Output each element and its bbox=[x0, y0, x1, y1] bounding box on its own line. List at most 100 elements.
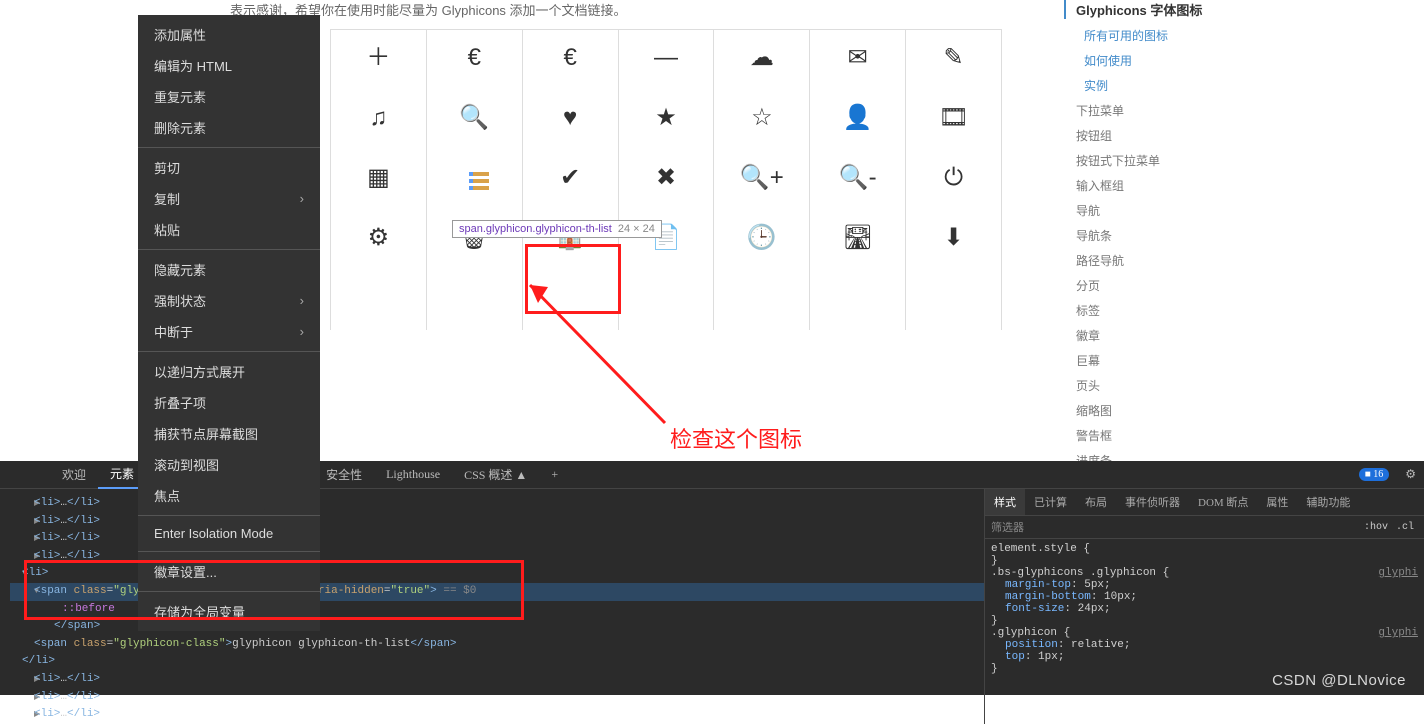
icon-cell[interactable] bbox=[331, 270, 427, 330]
issues-badge[interactable]: ■ 16 bbox=[1359, 468, 1390, 481]
nav-item[interactable]: 缩略图 bbox=[1064, 398, 1424, 423]
nav-item[interactable]: 输入框组 bbox=[1064, 173, 1424, 198]
nav-item[interactable]: 按钮式下拉菜单 bbox=[1064, 148, 1424, 173]
glyph-icon: ▦ bbox=[335, 162, 422, 194]
icon-cell[interactable]: ✖glyphicon glyphicon-remove bbox=[619, 150, 715, 210]
nav-item[interactable]: 路径导航 bbox=[1064, 248, 1424, 273]
dom-line[interactable]: <li>…</li> bbox=[10, 671, 984, 689]
icon-cell[interactable]: ✔glyphicon glyphicon-ok bbox=[523, 150, 619, 210]
styles-tab[interactable]: 属性 bbox=[1257, 489, 1297, 515]
context-menu-item[interactable]: 剪切 bbox=[138, 152, 320, 183]
icon-cell[interactable]: 🗑glyphicon glyphicon-trash bbox=[427, 210, 523, 270]
context-menu-item[interactable]: 强制状态 bbox=[138, 285, 320, 316]
styles-tab[interactable]: 辅助功能 bbox=[1297, 489, 1359, 515]
css-declaration[interactable]: font-size: 24px; bbox=[991, 603, 1418, 615]
icon-cell[interactable]: ⚙glyphicon glyphicon-cog bbox=[331, 210, 427, 270]
context-menu-item[interactable]: 滚动到视图 bbox=[138, 449, 320, 480]
dom-line[interactable]: <li>…</li> bbox=[10, 689, 984, 707]
glyph-icon: 👤 bbox=[814, 102, 901, 134]
css-declaration[interactable]: margin-bottom: 10px; bbox=[991, 591, 1418, 603]
icon-cell[interactable]: ✎glyphicon glyphicon-pencil bbox=[906, 30, 1002, 90]
icon-cell[interactable]: ♫glyphicon glyphicon-music bbox=[331, 90, 427, 150]
dom-line[interactable]: <span class="glyphicon-class">glyphicon … bbox=[10, 636, 984, 654]
icon-cell[interactable]: ⏻glyphicon glyphicon-off bbox=[906, 150, 1002, 210]
styles-tab[interactable]: 样式 bbox=[985, 489, 1025, 515]
nav-item[interactable]: 按钮组 bbox=[1064, 123, 1424, 148]
css-selector[interactable]: .glyphicon {glyphi bbox=[991, 627, 1418, 639]
devtools-tab[interactable]: Lighthouse bbox=[374, 461, 452, 489]
nav-sub-link[interactable]: 如何使用 bbox=[1064, 48, 1424, 73]
devtools-tab[interactable]: 安全性 bbox=[314, 461, 374, 489]
context-menu-item[interactable]: 捕获节点屏幕截图 bbox=[138, 418, 320, 449]
nav-sub-link[interactable]: 实例 bbox=[1064, 73, 1424, 98]
nav-item[interactable]: 标签 bbox=[1064, 298, 1424, 323]
nav-item[interactable]: 分页 bbox=[1064, 273, 1424, 298]
icon-cell[interactable] bbox=[810, 270, 906, 330]
styles-tabs: 样式已计算布局事件侦听器DOM 断点属性辅助功能 bbox=[985, 489, 1424, 516]
icon-cell[interactable]: 🛣glyphicon glyphicon-road bbox=[810, 210, 906, 270]
nav-sub-link[interactable]: 所有可用的图标 bbox=[1064, 23, 1424, 48]
context-menu-item[interactable]: Enter Isolation Mode bbox=[138, 520, 320, 547]
icon-cell[interactable]: glyphicon glyphicon-th-list bbox=[427, 150, 523, 210]
icon-cell[interactable]: ☁glyphicon glyphicon-cloud bbox=[714, 30, 810, 90]
nav-item[interactable]: 导航 bbox=[1064, 198, 1424, 223]
icon-cell[interactable]: 🕒glyphicon glyphicon-time bbox=[714, 210, 810, 270]
nav-item[interactable]: 下拉菜单 bbox=[1064, 98, 1424, 123]
styles-tab[interactable]: DOM 断点 bbox=[1189, 489, 1257, 515]
styles-rules[interactable]: element.style {}.bs-glyphicons .glyphico… bbox=[985, 539, 1424, 679]
devtools-tab[interactable]: CSS 概述 ▲ bbox=[452, 461, 539, 489]
icon-cell[interactable]: ⬇glyphicon glyphicon-download-alt bbox=[906, 210, 1002, 270]
nav-item[interactable]: 巨幕 bbox=[1064, 348, 1424, 373]
icon-cell[interactable]: 🔍+glyphicon glyphicon-zoom-in bbox=[714, 150, 810, 210]
icon-cell[interactable]: 🔍-glyphicon glyphicon-zoom-out bbox=[810, 150, 906, 210]
icon-cell[interactable]: ✉glyphicon glyphicon-envelope bbox=[810, 30, 906, 90]
dom-line[interactable]: </li> bbox=[10, 653, 984, 671]
styles-tab[interactable]: 事件侦听器 bbox=[1116, 489, 1189, 515]
styles-tab[interactable]: 布局 bbox=[1076, 489, 1116, 515]
context-menu-item[interactable]: 复制 bbox=[138, 183, 320, 214]
icon-cell[interactable] bbox=[714, 270, 810, 330]
context-menu-item[interactable]: 粘贴 bbox=[138, 214, 320, 245]
context-menu-item[interactable]: 删除元素 bbox=[138, 112, 320, 143]
context-menu-item[interactable]: 焦点 bbox=[138, 480, 320, 511]
icon-cell[interactable]: —glyphicon glyphicon-minus bbox=[619, 30, 715, 90]
nav-section-title[interactable]: Glyphicons 字体图标 bbox=[1064, 0, 1424, 19]
dom-line[interactable]: <li>…</li> bbox=[10, 706, 984, 724]
styles-filter-input[interactable]: 筛选器 bbox=[991, 519, 1360, 535]
css-selector[interactable]: .bs-glyphicons .glyphicon {glyphi bbox=[991, 567, 1418, 579]
context-menu-item[interactable]: 添加属性 bbox=[138, 19, 320, 50]
context-menu-item[interactable]: 中断于 bbox=[138, 316, 320, 347]
icon-cell[interactable]: 🎞glyphicon glyphicon-film bbox=[906, 90, 1002, 150]
context-menu-item[interactable]: 隐藏元素 bbox=[138, 254, 320, 285]
cls-toggle[interactable]: .cl bbox=[1392, 522, 1418, 533]
icon-cell[interactable]: ☆glyphicon glyphicon-star-empty bbox=[714, 90, 810, 150]
context-menu-item[interactable]: 编辑为 HTML bbox=[138, 50, 320, 81]
icon-cell[interactable]: 👤glyphicon glyphicon-user bbox=[810, 90, 906, 150]
icon-cell[interactable]: €glyphicon glyphicon-eur bbox=[523, 30, 619, 90]
add-tab-button[interactable]: + bbox=[539, 461, 570, 489]
nav-item[interactable]: 页头 bbox=[1064, 373, 1424, 398]
css-declaration[interactable]: top: 1px; bbox=[991, 651, 1418, 663]
nav-item[interactable]: 徽章 bbox=[1064, 323, 1424, 348]
devtools-tab[interactable]: 欢迎 bbox=[50, 461, 98, 489]
icon-cell[interactable]: 📄glyphicon glyphicon-file bbox=[619, 210, 715, 270]
context-menu-item[interactable]: 折叠子项 bbox=[138, 387, 320, 418]
icon-cell[interactable]: ★glyphicon glyphicon-star bbox=[619, 90, 715, 150]
context-menu-item[interactable]: 以递归方式展开 bbox=[138, 356, 320, 387]
css-declaration[interactable]: position: relative; bbox=[991, 639, 1418, 651]
icon-cell[interactable] bbox=[906, 270, 1002, 330]
hov-toggle[interactable]: :hov bbox=[1360, 522, 1392, 533]
icon-cell[interactable]: ＋glyphicon glyphicon-plus bbox=[331, 30, 427, 90]
css-selector[interactable]: element.style { bbox=[991, 543, 1418, 555]
nav-item[interactable]: 导航条 bbox=[1064, 223, 1424, 248]
icon-cell[interactable]: 🔍glyphicon glyphicon-search bbox=[427, 90, 523, 150]
gear-icon[interactable]: ⚙ bbox=[1397, 467, 1424, 482]
nav-item[interactable]: 警告框 bbox=[1064, 423, 1424, 448]
css-declaration[interactable]: margin-top: 5px; bbox=[991, 579, 1418, 591]
icon-cell[interactable]: ♥glyphicon glyphicon-heart bbox=[523, 90, 619, 150]
icon-cell[interactable]: €glyphicon glyphicon-euro bbox=[427, 30, 523, 90]
icon-cell[interactable]: ▦glyphicon glyphicon-th bbox=[331, 150, 427, 210]
context-menu-item[interactable]: 重复元素 bbox=[138, 81, 320, 112]
styles-tab[interactable]: 已计算 bbox=[1025, 489, 1076, 515]
icon-cell[interactable] bbox=[427, 270, 523, 330]
